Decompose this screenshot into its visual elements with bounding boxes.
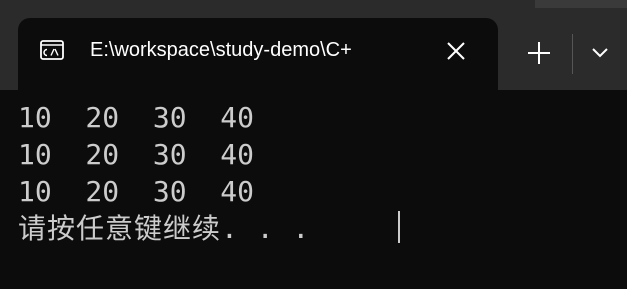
text-cursor bbox=[398, 211, 400, 243]
toolbar-divider bbox=[572, 34, 573, 74]
prompt-line: 请按任意键继续. . . bbox=[18, 212, 311, 245]
close-icon[interactable] bbox=[442, 37, 470, 65]
terminal-window: E:\workspace\study-demo\C+ 10 20 30 40 1 bbox=[0, 0, 627, 289]
output-line: 10 20 30 40 bbox=[18, 175, 255, 208]
tab-active[interactable]: E:\workspace\study-demo\C+ bbox=[18, 18, 498, 90]
chevron-down-icon[interactable] bbox=[585, 40, 615, 66]
tab-title: E:\workspace\study-demo\C+ bbox=[90, 39, 352, 61]
output-line: 10 20 30 40 bbox=[18, 138, 255, 171]
terminal-icon bbox=[40, 40, 64, 60]
title-bar: E:\workspace\study-demo\C+ bbox=[0, 0, 627, 90]
plus-icon[interactable] bbox=[523, 37, 555, 69]
title-bar-strip bbox=[535, 0, 627, 8]
terminal-output[interactable]: 10 20 30 40 10 20 30 40 10 20 30 40 请按任意… bbox=[18, 100, 618, 289]
output-line: 10 20 30 40 bbox=[18, 101, 255, 134]
